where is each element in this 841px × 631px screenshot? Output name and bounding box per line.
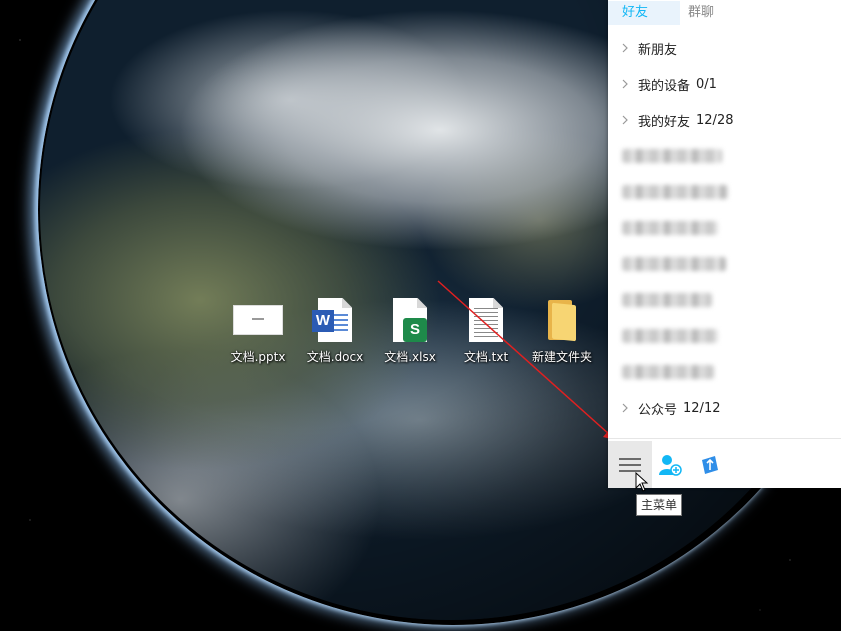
app-manager-icon bbox=[702, 456, 718, 474]
chevron-right-icon bbox=[620, 43, 630, 53]
add-friend-button[interactable] bbox=[648, 441, 692, 488]
desktop-icon-label: 文档.docx bbox=[306, 350, 364, 364]
group-my-friends[interactable]: 我的好友 12/28 bbox=[608, 102, 841, 138]
desktop-icon-xlsx[interactable]: S 文档.xlsx bbox=[372, 296, 448, 365]
contact-list: 新朋友 我的设备 0/1 我的好友 12/28 公众号 12/12 bbox=[608, 30, 841, 426]
chevron-right-icon bbox=[620, 79, 630, 89]
group-name: 公众号 bbox=[638, 402, 678, 418]
chevron-right-icon bbox=[620, 115, 630, 125]
friend-item-blurred[interactable] bbox=[608, 246, 841, 282]
text-file-icon bbox=[469, 298, 503, 342]
main-menu-tooltip: 主菜单 bbox=[636, 494, 683, 516]
group-name: 我的好友 bbox=[638, 114, 691, 130]
friend-item-blurred[interactable] bbox=[608, 282, 841, 318]
excel-file-icon: S bbox=[393, 298, 427, 342]
tab-groups[interactable]: 群聊 bbox=[680, 1, 728, 25]
desktop-icon-label: 文档.txt bbox=[463, 350, 509, 364]
word-file-icon: W bbox=[312, 298, 352, 342]
friend-item-blurred[interactable] bbox=[608, 174, 841, 210]
group-count: 0/1 bbox=[696, 76, 717, 92]
friend-item-blurred[interactable] bbox=[608, 138, 841, 174]
contact-tabs: 好友 群聊 bbox=[608, 0, 841, 26]
chevron-right-icon bbox=[620, 403, 630, 413]
group-count: 12/28 bbox=[696, 112, 734, 128]
friend-item-blurred[interactable] bbox=[608, 318, 841, 354]
desktop-icon-pptx[interactable]: 文档.pptx bbox=[220, 296, 296, 365]
desktop-icon-label: 文档.xlsx bbox=[384, 350, 436, 364]
desktop-icon-label: 文档.pptx bbox=[230, 350, 286, 364]
folder-icon bbox=[548, 300, 576, 342]
qq-contacts-panel: 好友 群聊 新朋友 我的设备 0/1 我的好友 12/28 公众号 12/12 bbox=[608, 0, 841, 488]
group-my-devices[interactable]: 我的设备 0/1 bbox=[608, 66, 841, 102]
desktop-icon-docx[interactable]: W 文档.docx bbox=[297, 296, 373, 365]
group-name: 新朋友 bbox=[638, 42, 678, 58]
friend-item-blurred[interactable] bbox=[608, 354, 841, 390]
desktop-icon-label: 新建文件夹 bbox=[531, 350, 592, 364]
tab-friends[interactable]: 好友 bbox=[608, 1, 680, 25]
mouse-cursor-icon bbox=[635, 472, 649, 492]
friend-item-blurred[interactable] bbox=[608, 210, 841, 246]
group-official-accounts[interactable]: 公众号 12/12 bbox=[608, 390, 841, 426]
pptx-file-icon bbox=[233, 305, 283, 335]
desktop-icon-folder[interactable]: 新建文件夹 bbox=[524, 296, 600, 365]
desktop-icon-txt[interactable]: 文档.txt bbox=[448, 296, 524, 365]
add-friend-icon bbox=[659, 455, 682, 476]
group-count: 12/12 bbox=[683, 400, 721, 416]
group-new-friends[interactable]: 新朋友 bbox=[608, 30, 841, 66]
group-name: 我的设备 bbox=[638, 78, 691, 94]
app-manager-button[interactable] bbox=[688, 441, 732, 488]
